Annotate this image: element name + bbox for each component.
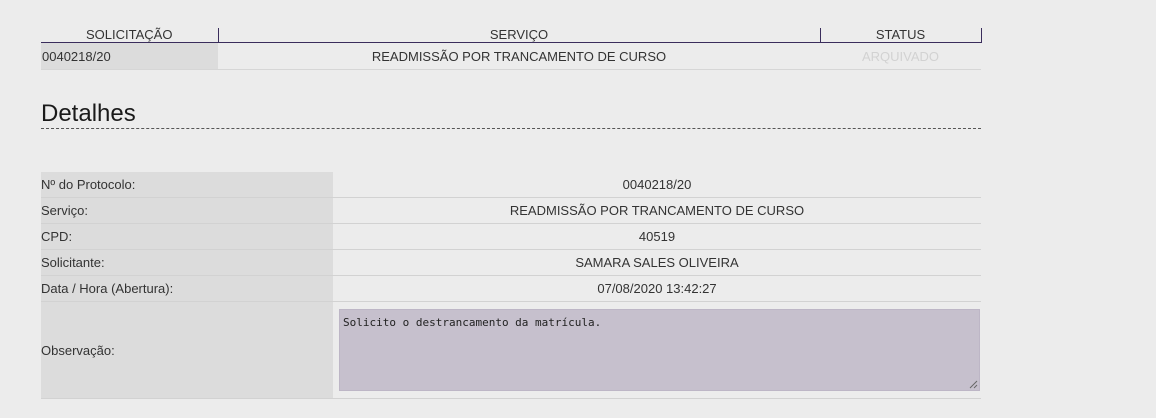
- detail-value: READMISSÃO POR TRANCAMENTO DE CURSO: [333, 197, 981, 224]
- detail-label: Solicitante:: [41, 249, 333, 276]
- detail-label: Nº do Protocolo:: [41, 172, 333, 198]
- status-cell: ARQUIVADO: [820, 42, 981, 70]
- column-header-solicitacao: SOLICITAÇÃO: [41, 28, 219, 43]
- observacao-textarea[interactable]: Solicito o destrancamento da matrícula.: [339, 309, 980, 391]
- detail-value: 07/08/2020 13:42:27: [333, 275, 981, 302]
- detail-label: Data / Hora (Abertura):: [41, 275, 333, 302]
- observacao-text: Solicito o destrancamento da matrícula.: [343, 316, 602, 329]
- detail-row-data-hora: Data / Hora (Abertura): 07/08/2020 13:42…: [41, 275, 981, 302]
- detail-label: Observação:: [41, 301, 333, 399]
- column-header-status: STATUS: [820, 28, 982, 43]
- detail-row-protocolo: Nº do Protocolo: 0040218/20: [41, 172, 981, 198]
- solicitacao-cell: 0040218/20: [41, 42, 218, 70]
- detail-value: 0040218/20: [333, 172, 981, 198]
- detail-label: Serviço:: [41, 197, 333, 224]
- section-title-detalhes: Detalhes: [41, 100, 981, 129]
- resize-handle-icon[interactable]: [969, 380, 978, 389]
- column-header-servico: SERVIÇO: [218, 28, 821, 43]
- summary-header-row: SOLICITAÇÃO SERVIÇO STATUS: [41, 28, 982, 43]
- detail-value: SAMARA SALES OLIVEIRA: [333, 249, 981, 276]
- table-row[interactable]: 0040218/20 READMISSÃO POR TRANCAMENTO DE…: [41, 42, 981, 70]
- details-table: Nº do Protocolo: 0040218/20 Serviço: REA…: [41, 172, 981, 399]
- detail-row-solicitante: Solicitante: SAMARA SALES OLIVEIRA: [41, 249, 981, 276]
- observacao-cell: Solicito o destrancamento da matrícula.: [333, 301, 981, 399]
- request-summary-table: SOLICITAÇÃO SERVIÇO STATUS 0040218/20 RE…: [41, 28, 982, 70]
- detail-label: CPD:: [41, 223, 333, 250]
- detail-value: 40519: [333, 223, 981, 250]
- servico-cell: READMISSÃO POR TRANCAMENTO DE CURSO: [218, 42, 820, 70]
- detail-row-cpd: CPD: 40519: [41, 223, 981, 250]
- request-details-panel: SOLICITAÇÃO SERVIÇO STATUS 0040218/20 RE…: [41, 0, 982, 399]
- detail-row-observacao: Observação: Solicito o destrancamento da…: [41, 301, 981, 399]
- detail-row-servico: Serviço: READMISSÃO POR TRANCAMENTO DE C…: [41, 197, 981, 224]
